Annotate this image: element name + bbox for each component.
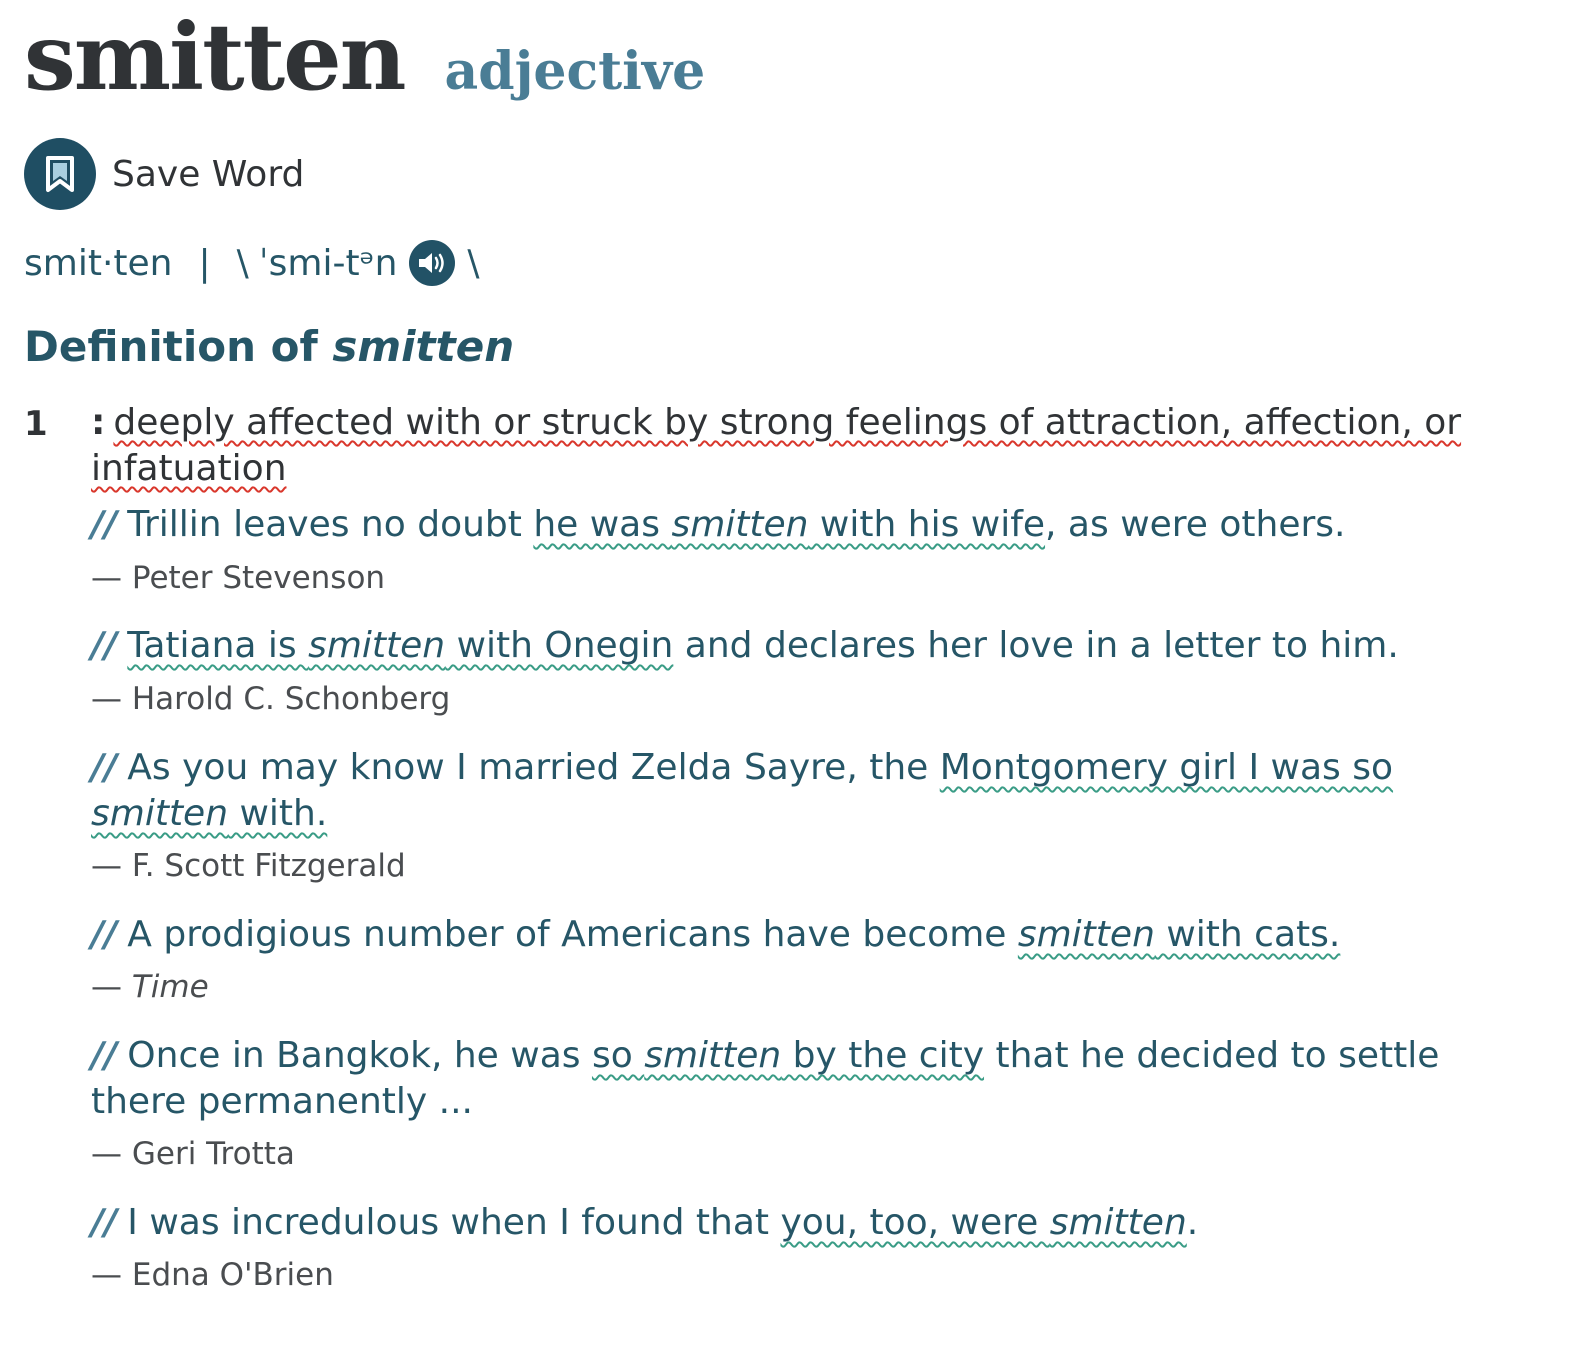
example-marker: // [91, 1035, 118, 1076]
example-source: — F. Scott Fitzgerald [91, 848, 406, 884]
example-sentence: //A prodigious number of Americans have … [91, 912, 1531, 958]
example-text-end: , as were others. [1045, 504, 1346, 545]
example-marker: // [91, 914, 118, 955]
example-sentence: //Tatiana is smitten with Onegin and dec… [91, 623, 1531, 669]
example-source: — Peter Stevenson [91, 560, 386, 596]
example-source: — Time [91, 967, 209, 1007]
example-marker: // [91, 1202, 118, 1243]
example-highlight: smitten with cats. [1017, 914, 1341, 955]
example-sentence: //As you may know I married Zelda Sayre,… [91, 745, 1531, 837]
pronunciation-separator: | [198, 242, 211, 284]
definition-colon: : [91, 402, 106, 443]
example-highlight: Tatiana is smitten with Onegin [127, 625, 674, 666]
example-marker: // [91, 747, 118, 788]
sense-definition: : deeply affected with or struck by stron… [91, 400, 1471, 492]
speaker-icon[interactable] [409, 240, 456, 286]
example-highlight: you, too, were smitten [780, 1202, 1187, 1243]
pronunciation-open: \ [236, 242, 249, 284]
pronunciation-close: \ [467, 242, 480, 284]
example-sentence: //Trillin leaves no doubt he was smitten… [91, 502, 1531, 548]
pronunciation-ipa: ˈsmi-tᵊn [258, 242, 398, 284]
save-word-label: Save Word [112, 153, 305, 195]
example-highlight: so smitten by the city [591, 1035, 985, 1076]
example-sentence: //Once in Bangkok, he was so smitten by … [91, 1033, 1531, 1125]
example-text: I was incredulous when I found that [127, 1202, 781, 1243]
example-text-end: . [1186, 1202, 1199, 1243]
bookmark-icon [24, 138, 96, 210]
example-marker: // [91, 625, 118, 666]
example-text: A prodigious number of Americans have be… [127, 914, 1018, 955]
example-text: As you may know I married Zelda Sayre, t… [127, 747, 940, 788]
example-sentence: //I was incredulous when I found that yo… [91, 1200, 1531, 1246]
definition-text: deeply affected with or struck by strong… [91, 402, 1462, 489]
example-source: — Edna O'Brien [91, 1257, 334, 1293]
definition-heading: Definition of smitten [24, 322, 514, 371]
example-source: — Harold C. Schonberg [91, 681, 451, 717]
source-dash: — [91, 969, 132, 1005]
part-of-speech-link[interactable]: adjective [445, 41, 706, 102]
example-source: — Geri Trotta [91, 1136, 295, 1172]
definition-heading-prefix: Definition of [24, 322, 318, 371]
definition-heading-word: smitten [332, 322, 515, 371]
example-highlight: he was smitten with his wife [533, 504, 1046, 545]
example-text: Trillin leaves no doubt [127, 504, 534, 545]
save-word-button[interactable]: Save Word [24, 138, 304, 210]
headword-row: smitten adjective [24, 2, 705, 112]
source-name: Time [131, 969, 209, 1005]
syllabification: smit·ten [24, 242, 173, 284]
example-text-end: and declares her love in a letter to him… [673, 625, 1399, 666]
headword: smitten [24, 3, 407, 111]
example-marker: // [91, 504, 118, 545]
sense-number: 1 [24, 404, 48, 444]
example-text: Once in Bangkok, he was [127, 1035, 592, 1076]
pronunciation-row: smit·ten | \ ˈsmi-tᵊn \ [24, 238, 480, 288]
